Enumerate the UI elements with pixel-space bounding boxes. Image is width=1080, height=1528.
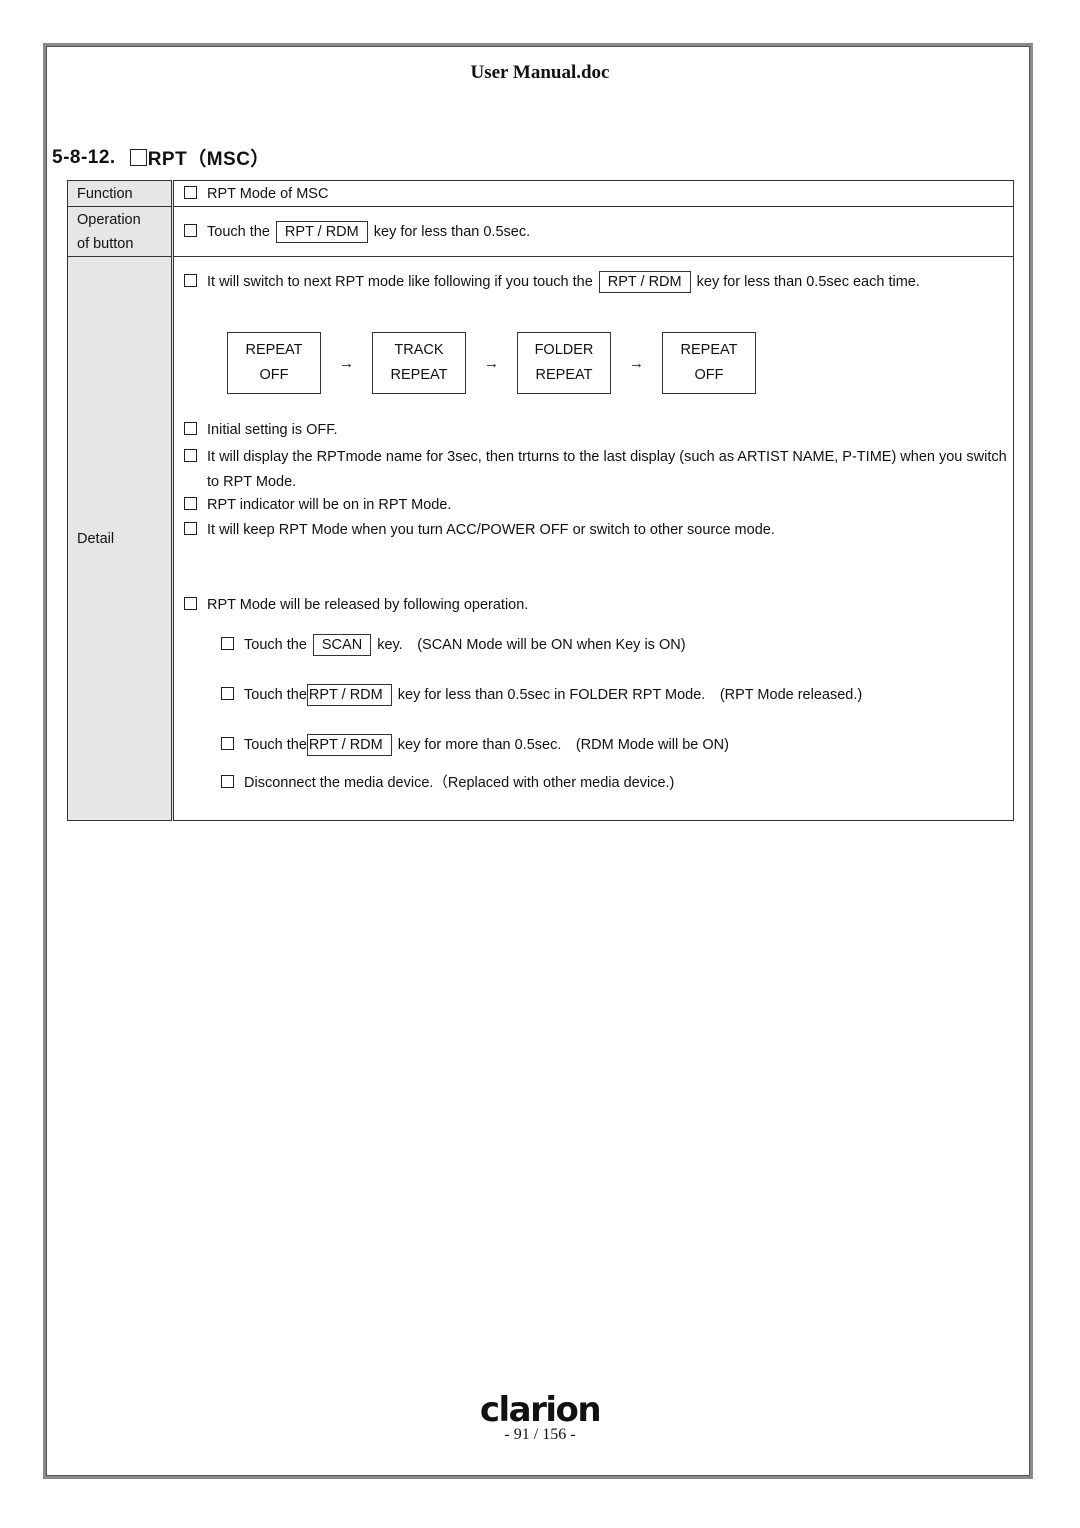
flow-step-track-repeat: TRACK REPEAT xyxy=(372,332,466,394)
release-item-folder-rpt: Touch the RPT / RDM key for less than 0.5s… xyxy=(221,683,862,706)
flow-step-folder-repeat: FOLDER REPEAT xyxy=(517,332,611,394)
rpt-rdm-key: RPT / RDM xyxy=(306,734,392,756)
release-heading: RPT Mode will be released by following o… xyxy=(184,597,528,613)
table-row-detail: Detail It will switch to next RPT mode l… xyxy=(67,256,1014,821)
rpt-rdm-key: RPT / RDM xyxy=(275,220,368,243)
section-heading: 5-8-12. RPT（MSC） xyxy=(52,144,270,171)
checkbox-icon xyxy=(184,597,197,610)
note-initial-setting: Initial setting is OFF. xyxy=(184,422,338,438)
checkbox-icon xyxy=(184,422,197,435)
checkbox-icon xyxy=(184,274,197,287)
release-item-disconnect: Disconnect the media device.（Replaced wi… xyxy=(221,771,674,792)
release-item-rdm: Touch the RPT / RDM key for more than 0.5s… xyxy=(221,733,729,756)
detail-intro: It will switch to next RPT mode like fol… xyxy=(184,271,920,293)
checkbox-icon xyxy=(184,223,197,237)
checkbox-icon xyxy=(221,737,234,750)
section-title: RPT（MSC） xyxy=(147,149,270,170)
spec-table: Function RPT Mode of MSC Operation of bu… xyxy=(67,180,1014,821)
checkbox-icon xyxy=(221,687,234,700)
note-keep-mode: It will keep RPT Mode when you turn ACC/… xyxy=(184,522,775,538)
checkbox-icon xyxy=(221,775,234,788)
checkbox-icon xyxy=(184,185,197,199)
checkbox-icon xyxy=(184,522,197,535)
flow-step-repeat-off-final: REPEAT OFF xyxy=(662,332,756,394)
operation-label: Operation of button xyxy=(67,206,174,257)
rpt-rdm-key: RPT / RDM xyxy=(306,684,392,706)
arrow-right-icon: → xyxy=(484,354,499,372)
page-number: - 91 / 156 - xyxy=(504,1426,576,1443)
scan-key: SCAN xyxy=(312,634,372,656)
repeat-mode-flow: REPEAT OFF → TRACK REPEAT → FOLDER REPEAT →… xyxy=(227,332,756,394)
arrow-right-icon: → xyxy=(339,354,354,372)
rpt-rdm-key: RPT / RDM xyxy=(598,271,691,293)
table-row-function: Function RPT Mode of MSC xyxy=(67,180,1014,207)
note-display: It will display the RPTmode name for 3se… xyxy=(184,445,1007,495)
checkbox-icon xyxy=(184,449,197,462)
flow-step-repeat-off: REPEAT OFF xyxy=(227,332,321,394)
clarion-logo: clarion xyxy=(479,1390,602,1430)
section-number: 5-8-12. xyxy=(52,146,116,168)
function-text: RPT Mode of MSC xyxy=(207,185,329,202)
detail-label: Detail xyxy=(67,256,174,821)
document-title: User Manual.doc xyxy=(470,62,610,83)
arrow-right-icon: → xyxy=(629,354,644,372)
note-indicator: RPT indicator will be on in RPT Mode. xyxy=(184,497,451,513)
release-item-scan: Touch the SCAN key. (SCAN Mode will be ON … xyxy=(221,633,686,656)
function-label: Function xyxy=(67,180,174,207)
table-row-operation: Operation of button Touch the RPT / RDM ke… xyxy=(67,206,1014,257)
checkbox-icon xyxy=(129,149,147,166)
checkbox-icon xyxy=(184,497,197,510)
checkbox-icon xyxy=(221,637,234,650)
